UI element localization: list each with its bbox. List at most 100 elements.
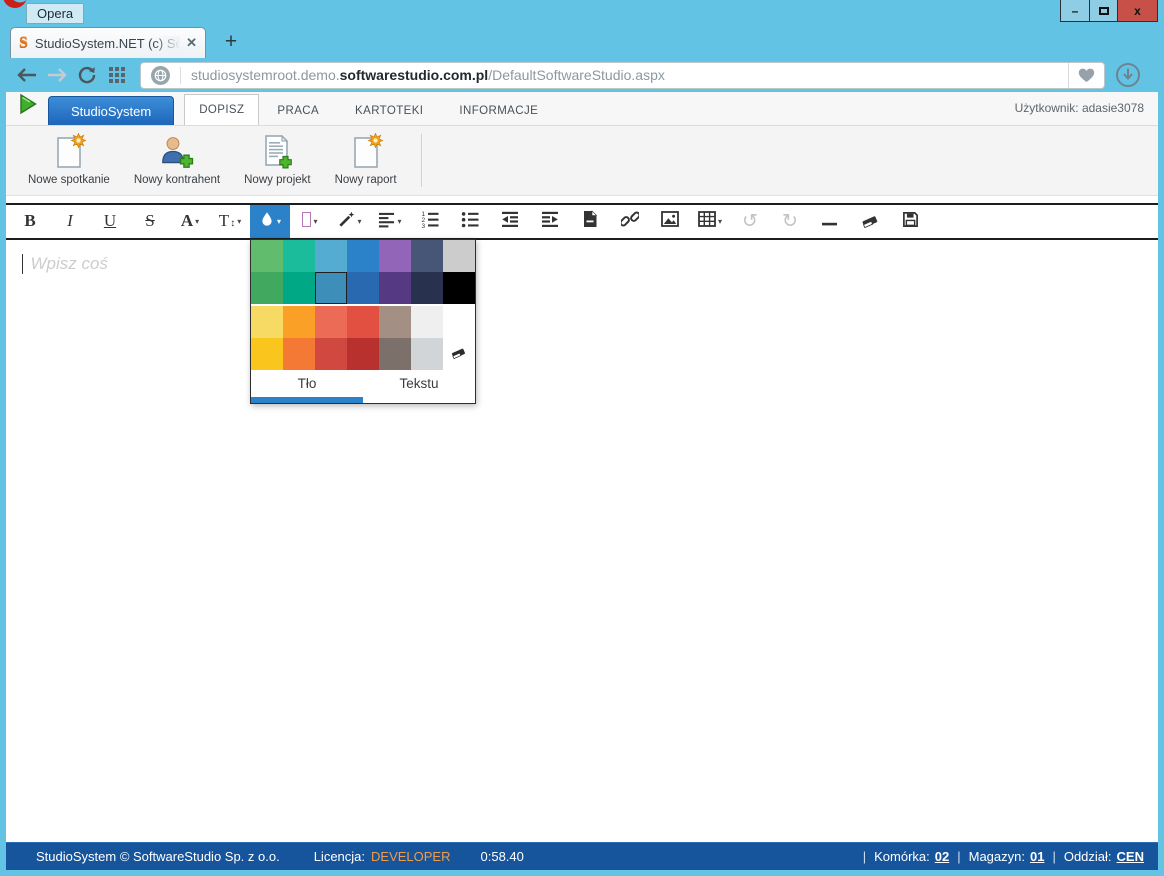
color-swatch-475577[interactable] [411,240,443,272]
status-separator: | [1052,849,1056,864]
start-play-icon[interactable] [18,93,38,120]
color-swatch-efefef[interactable] [411,306,443,338]
forward-button[interactable] [42,61,72,89]
color-swatch-cccccc[interactable] [443,240,475,272]
toolbar-inline-style-button[interactable]: ▾ [290,205,330,238]
ribbon-button-nowy-raport[interactable]: Nowy raport [323,126,409,195]
toolbar-ordered-list-button[interactable]: 123 [410,205,450,238]
browser-tab[interactable]: S StudioSystem.NET (c) Soft ✕ [10,27,206,58]
ribbon-button-nowe-spotkanie[interactable]: Nowe spotkanie [16,126,122,195]
toolbar-font-size-button[interactable]: T↕ ▾ [210,205,250,238]
toolbar-undo-button[interactable]: ↺ [730,205,770,238]
ribbon-buttons: Nowe spotkanie Nowy kontrahent Nowy projek… [16,126,409,195]
toolbar-horizontal-rule-button[interactable] [810,205,850,238]
color-swatch-7c706b[interactable] [379,338,411,370]
toolbar-text-color-button[interactable]: ▾ [250,205,290,238]
chevron-down-icon: ▾ [717,217,722,226]
app-tab-informacje[interactable]: INFORMACJE [441,96,556,125]
color-swatch-00a885[interactable] [283,272,315,304]
color-swatch-eb6b56[interactable] [315,306,347,338]
toolbar-insert-link-button[interactable] [610,205,650,238]
status-right: | Komórka: 02 | Magazyn: 01 | Oddział: CEN [855,849,1144,864]
color-swatch-54acd2[interactable] [315,240,347,272]
toolbar-align-button[interactable]: ▾ [370,205,410,238]
toolbar-indent-button[interactable] [530,205,570,238]
app-tab-kartoteki[interactable]: KARTOTEKI [337,96,441,125]
ribbon-button-nowy-kontrahent[interactable]: Nowy kontrahent [122,126,232,195]
status-cell-label: Oddział: [1063,849,1112,864]
color-swatch-d1d5d8[interactable] [411,338,443,370]
toolbar-redo-button[interactable]: ↻ [770,205,810,238]
color-swatch-d14841[interactable] [315,338,347,370]
toolbar-save-button[interactable] [890,205,930,238]
insert-link-icon [619,210,641,233]
color-swatch-61bd6d[interactable] [251,240,283,272]
close-window-button[interactable]: x [1117,0,1157,21]
remove-color-swatch[interactable] [443,338,475,370]
chevron-down-icon: ▾ [357,217,362,226]
swatch-row [251,338,475,370]
picker-tab-tekstu[interactable]: Tekstu [363,372,475,397]
status-cell-magazyn-: Magazyn: 01 [969,849,1045,864]
brand-button[interactable]: StudioSystem [48,96,175,125]
color-swatch-9365b8[interactable] [379,240,411,272]
opera-menu-button[interactable]: Opera [26,3,85,24]
underline-icon: U [103,211,117,230]
color-swatch-2969b0[interactable] [347,272,379,304]
unordered-list-icon [461,210,479,233]
color-swatch-fba026[interactable] [283,306,315,338]
color-swatch-a38f84[interactable] [379,306,411,338]
toolbar-unordered-list-button[interactable] [450,205,490,238]
toolbar-strikethrough-button[interactable]: S [130,205,170,238]
swatch-row [251,240,475,272]
toolbar-outdent-button[interactable] [490,205,530,238]
color-swatch-fac51c[interactable] [251,338,283,370]
color-swatch-28324e[interactable] [411,272,443,304]
ribbon-button-nowy-projekt[interactable]: Nowy projekt [232,126,322,195]
new-tab-button[interactable]: + [218,29,244,55]
editor-body[interactable]: Wpisz coś [6,240,1158,274]
app-tab-praca[interactable]: PRACA [259,96,337,125]
save-icon [902,211,919,233]
status-cell-value[interactable]: 01 [1030,849,1044,864]
toolbar-insert-table-button[interactable]: ▾ [690,205,730,238]
toolbar-underline-button[interactable]: U [90,205,130,238]
color-swatch-b8312f[interactable] [347,338,379,370]
color-swatch-1abc9c[interactable] [283,240,315,272]
status-cell-value[interactable]: CEN [1117,849,1144,864]
color-swatch-3d8eb9[interactable] [315,272,347,304]
color-swatch-000000[interactable] [443,272,475,304]
site-security-globe-icon[interactable] [151,65,170,85]
swatch-row [251,306,475,338]
toolbar-paragraph-style-button[interactable]: ▾ [330,205,370,238]
minimize-button[interactable]: – [1061,0,1089,21]
status-cell-value[interactable]: 02 [935,849,949,864]
app-tab-dopisz[interactable]: DOPISZ [184,94,260,125]
color-swatch-f7da64[interactable] [251,306,283,338]
toolbar-bold-button[interactable]: B [10,205,50,238]
picker-tab-tło[interactable]: Tło [251,372,363,397]
download-button[interactable] [1114,61,1142,89]
maximize-button[interactable] [1089,0,1117,21]
color-swatch-41a85f[interactable] [251,272,283,304]
reload-button[interactable] [72,61,102,89]
color-swatch-2c82c9[interactable] [347,240,379,272]
color-swatch-e25041[interactable] [347,306,379,338]
url-field[interactable]: studiosystemroot.demo.softwarestudio.com… [140,61,1105,89]
url-text: studiosystemroot.demo.softwarestudio.com… [191,67,665,83]
toolbar-insert-image-button[interactable] [650,205,690,238]
toolbar-italic-button[interactable]: I [50,205,90,238]
back-button[interactable] [12,61,42,89]
speed-dial-button[interactable] [102,61,132,89]
url-text-area[interactable]: studiosystemroot.demo.softwarestudio.com… [141,65,1068,85]
tab-close-icon[interactable]: ✕ [186,35,197,51]
status-cell-oddział-: Oddział: CEN [1064,849,1144,864]
color-swatch-ffffff[interactable] [443,306,475,338]
toolbar-font-family-button[interactable]: A ▾ [170,205,210,238]
eraser-icon [450,344,468,364]
color-swatch-553982[interactable] [379,272,411,304]
toolbar-clear-formatting-button[interactable] [850,205,890,238]
toolbar-insert-file-button[interactable] [570,205,610,238]
bookmark-heart-button[interactable] [1068,62,1104,88]
color-swatch-f37934[interactable] [283,338,315,370]
